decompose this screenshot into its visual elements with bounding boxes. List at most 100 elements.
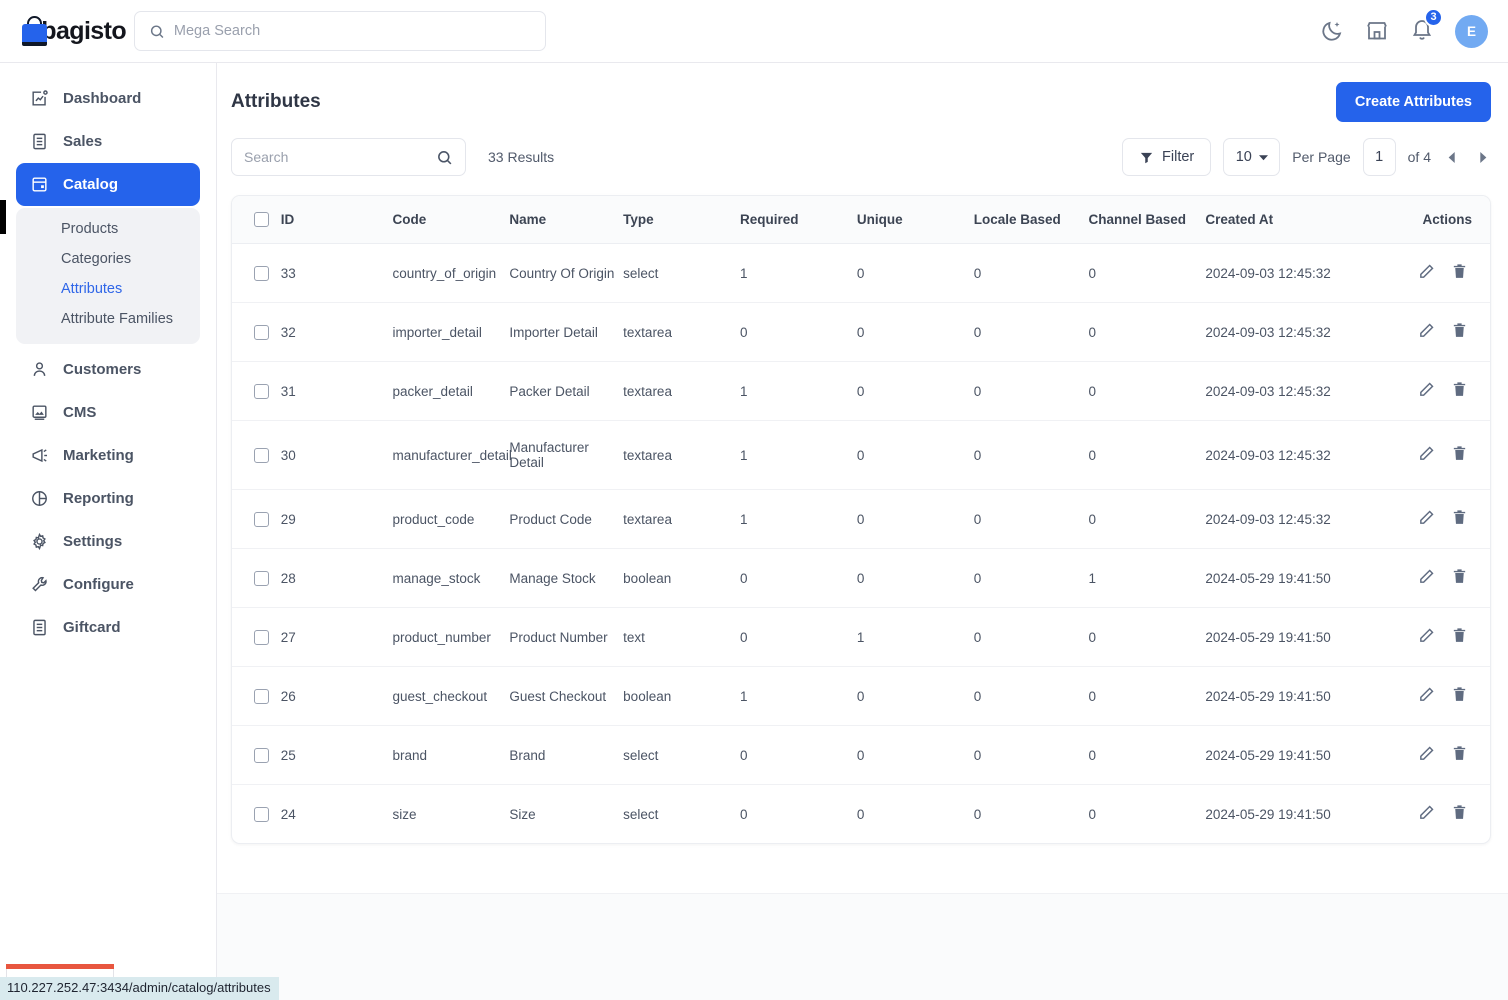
cell-type: boolean — [623, 549, 740, 608]
cell-type: select — [623, 785, 740, 844]
cell-id: 24 — [281, 785, 393, 844]
pencil-icon — [1418, 627, 1435, 644]
sidebar-item-cms[interactable]: CMS — [16, 391, 200, 434]
edit-button[interactable] — [1418, 627, 1435, 647]
select-all-checkbox[interactable] — [254, 212, 269, 227]
edit-button[interactable] — [1418, 745, 1435, 765]
cell-id: 28 — [281, 549, 393, 608]
row-checkbox[interactable] — [254, 748, 269, 763]
row-checkbox[interactable] — [254, 448, 269, 463]
row-select-cell — [232, 490, 281, 549]
sidebar-item-attribute-families[interactable]: Attribute Families — [16, 304, 200, 334]
delete-button[interactable] — [1451, 686, 1468, 706]
page-number-input[interactable]: 1 — [1363, 138, 1396, 176]
table-row[interactable]: 29product_codeProduct Codetextarea100020… — [232, 490, 1490, 549]
table-row[interactable]: 32importer_detailImporter Detailtextarea… — [232, 303, 1490, 362]
delete-button[interactable] — [1451, 322, 1468, 342]
row-select-cell — [232, 303, 281, 362]
table-row[interactable]: 30manufacturer_detailManufacturer Detail… — [232, 421, 1490, 490]
cell-unique: 0 — [857, 785, 974, 844]
cell-created-at: 2024-09-03 12:45:32 — [1205, 490, 1393, 549]
delete-button[interactable] — [1451, 263, 1468, 283]
sidebar-item-label: Settings — [63, 533, 122, 550]
sidebar-item-dashboard[interactable]: Dashboard — [16, 77, 200, 120]
cell-created-at: 2024-05-29 19:41:50 — [1205, 667, 1393, 726]
table-head: ID Code Name Type Required Unique Locale… — [232, 196, 1490, 244]
delete-button[interactable] — [1451, 568, 1468, 588]
table-row[interactable]: 25brandBrandselect00002024-05-29 19:41:5… — [232, 726, 1490, 785]
cell-code: size — [393, 785, 510, 844]
column-header-channel-based[interactable]: Channel Based — [1089, 196, 1206, 244]
edit-button[interactable] — [1418, 263, 1435, 283]
column-header-type[interactable]: Type — [623, 196, 740, 244]
sidebar-item-attributes[interactable]: Attributes — [16, 274, 200, 304]
edit-button[interactable] — [1418, 804, 1435, 824]
table-row[interactable]: 31packer_detailPacker Detailtextarea1000… — [232, 362, 1490, 421]
delete-button[interactable] — [1451, 445, 1468, 465]
sidebar-item-catalog[interactable]: Catalog — [16, 163, 200, 206]
column-header-created-at[interactable]: Created At — [1205, 196, 1393, 244]
row-checkbox[interactable] — [254, 630, 269, 645]
column-header-id[interactable]: ID — [281, 196, 393, 244]
column-header-unique[interactable]: Unique — [857, 196, 974, 244]
create-attributes-button[interactable]: Create Attributes — [1336, 82, 1491, 122]
sidebar-item-sales[interactable]: Sales — [16, 120, 200, 163]
sidebar-item-giftcard[interactable]: Giftcard — [16, 606, 200, 649]
table-row[interactable]: 24sizeSizeselect00002024-05-29 19:41:50 — [232, 785, 1490, 844]
row-checkbox[interactable] — [254, 325, 269, 340]
cell-type: textarea — [623, 421, 740, 490]
delete-button[interactable] — [1451, 627, 1468, 647]
sidebar-item-products[interactable]: Products — [16, 214, 200, 244]
avatar[interactable]: E — [1455, 15, 1488, 48]
search-box[interactable] — [231, 138, 466, 176]
store-front-icon[interactable] — [1365, 19, 1389, 43]
filter-button[interactable]: Filter — [1122, 138, 1211, 176]
table-row[interactable]: 28manage_stockManage Stockboolean0001202… — [232, 549, 1490, 608]
row-checkbox[interactable] — [254, 266, 269, 281]
row-checkbox[interactable] — [254, 571, 269, 586]
sidebar-item-configure[interactable]: Configure — [16, 563, 200, 606]
row-select-cell — [232, 421, 281, 490]
table-row[interactable]: 27product_numberProduct Numbertext010020… — [232, 608, 1490, 667]
cell-actions — [1393, 303, 1490, 362]
attributes-table: ID Code Name Type Required Unique Locale… — [232, 196, 1490, 843]
table-row[interactable]: 33country_of_originCountry Of Originsele… — [232, 244, 1490, 303]
edit-button[interactable] — [1418, 568, 1435, 588]
sidebar-item-reporting[interactable]: Reporting — [16, 477, 200, 520]
cell-locale-based: 0 — [974, 421, 1089, 490]
column-header-name[interactable]: Name — [509, 196, 623, 244]
sidebar-item-categories[interactable]: Categories — [16, 244, 200, 274]
search-input[interactable] — [244, 149, 436, 165]
per-page-select[interactable]: 10 — [1223, 138, 1280, 176]
cell-id: 27 — [281, 608, 393, 667]
mega-search-box[interactable] — [134, 11, 546, 51]
sidebar-item-marketing[interactable]: Marketing — [16, 434, 200, 477]
row-checkbox[interactable] — [254, 384, 269, 399]
next-page-button[interactable] — [1473, 148, 1491, 166]
column-header-required[interactable]: Required — [740, 196, 857, 244]
cell-id: 26 — [281, 667, 393, 726]
row-checkbox[interactable] — [254, 807, 269, 822]
delete-button[interactable] — [1451, 804, 1468, 824]
brand-logo[interactable]: bagisto — [0, 16, 126, 46]
table-row[interactable]: 26guest_checkoutGuest Checkoutboolean100… — [232, 667, 1490, 726]
delete-button[interactable] — [1451, 509, 1468, 529]
notifications-button[interactable]: 3 — [1410, 17, 1434, 46]
mega-search-input[interactable] — [174, 23, 531, 39]
edit-button[interactable] — [1418, 381, 1435, 401]
row-checkbox[interactable] — [254, 689, 269, 704]
prev-page-button[interactable] — [1443, 148, 1461, 166]
delete-button[interactable] — [1451, 745, 1468, 765]
edit-button[interactable] — [1418, 445, 1435, 465]
column-header-locale-based[interactable]: Locale Based — [974, 196, 1089, 244]
cell-name: Manage Stock — [509, 549, 623, 608]
sidebar-item-customers[interactable]: Customers — [16, 348, 200, 391]
edit-button[interactable] — [1418, 509, 1435, 529]
edit-button[interactable] — [1418, 322, 1435, 342]
column-header-code[interactable]: Code — [393, 196, 510, 244]
edit-button[interactable] — [1418, 686, 1435, 706]
row-checkbox[interactable] — [254, 512, 269, 527]
delete-button[interactable] — [1451, 381, 1468, 401]
sidebar-item-settings[interactable]: Settings — [16, 520, 200, 563]
moon-icon[interactable] — [1320, 19, 1344, 43]
